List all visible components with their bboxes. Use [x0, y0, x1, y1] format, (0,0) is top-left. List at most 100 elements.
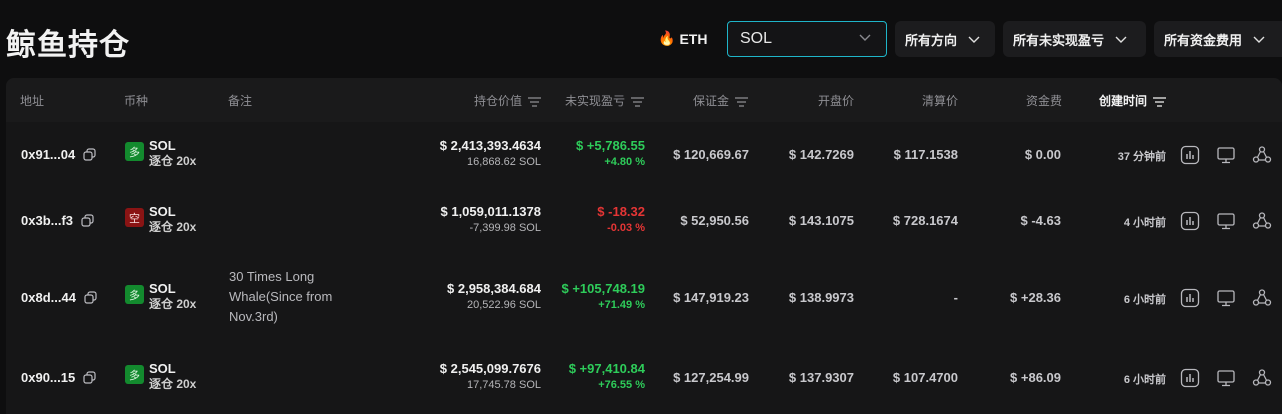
column-liq-price: 清算价	[921, 94, 958, 108]
coin-cell: 空 SOL 逐仓 20x	[125, 204, 196, 235]
coin-cell: 多 SOL 逐仓 20x	[125, 361, 196, 392]
created-time: 6 小时前	[1123, 294, 1166, 306]
coin-cell: 多 SOL 逐仓 20x	[125, 138, 196, 169]
funding-fee-filter[interactable]: 所有资金费用	[1154, 21, 1282, 57]
sort-icon[interactable]	[1153, 96, 1166, 107]
chart-icon[interactable]	[1180, 368, 1200, 388]
address-cell[interactable]: 0x90...15	[21, 370, 96, 385]
copy-icon[interactable]	[84, 291, 97, 304]
liquidation-price: $ 107.4700	[892, 370, 958, 385]
column-position-value[interactable]: 持仓价值	[426, 92, 541, 109]
column-unrealized-pnl[interactable]: 未实现盈亏	[544, 92, 644, 109]
chart-icon[interactable]	[1180, 288, 1200, 308]
eth-coin-tab[interactable]: 🔥 ETH	[658, 30, 707, 47]
sort-icon[interactable]	[631, 96, 644, 107]
coin-select-value: SOL	[740, 30, 773, 47]
sort-icon[interactable]	[528, 96, 541, 107]
row-actions	[1180, 368, 1272, 388]
position-value: $ 2,413,393.4634	[439, 138, 541, 153]
created-time: 6 小时前	[1123, 374, 1166, 386]
table-row[interactable]: 0x90...15 多 SOL 逐仓 20x $ 2,545,099.7676 …	[6, 342, 1282, 414]
wallet-address[interactable]: 0x3b...f3	[21, 213, 73, 228]
position-value: $ 1,059,011.1378	[440, 204, 542, 219]
side-badge: 多	[125, 142, 144, 161]
column-margin[interactable]: 保证金	[648, 92, 748, 109]
direction-filter-label: 所有方向	[905, 32, 958, 48]
coin-name: SOL	[149, 138, 176, 153]
wallet-address[interactable]: 0x90...15	[21, 370, 75, 385]
monitor-icon[interactable]	[1216, 211, 1236, 231]
note-text: 30 Times Long Whale(Since from Nov.3rd)	[229, 269, 333, 324]
column-note: 备注	[228, 94, 253, 108]
table-row[interactable]: 0x91...04 多 SOL 逐仓 20x $ 2,413,393.4634 …	[6, 122, 1282, 188]
share-icon[interactable]	[1252, 288, 1272, 308]
chart-icon[interactable]	[1180, 211, 1200, 231]
leverage-label: 逐仓 20x	[149, 220, 197, 234]
table-row[interactable]: 0x8d...44 多 SOL 逐仓 20x 30 Times Long Wha…	[6, 254, 1282, 342]
chevron-down-icon	[1252, 32, 1266, 46]
positions-table: 地址 币种 备注 持仓价值 未实现盈亏 保证金 开盘价 清算价 资金费 创建时间…	[6, 78, 1282, 414]
monitor-icon[interactable]	[1216, 145, 1236, 165]
fire-icon: 🔥	[658, 30, 676, 46]
monitor-icon[interactable]	[1216, 368, 1236, 388]
position-size: 20,522.96 SOL	[466, 299, 541, 311]
created-time: 4 小时前	[1123, 217, 1166, 229]
coin-select[interactable]: SOL	[727, 21, 887, 57]
position-value-cell: $ 2,958,384.684 20,522.96 SOL	[386, 281, 541, 314]
entry-price: $ 138.9973	[788, 290, 854, 305]
share-icon[interactable]	[1252, 145, 1272, 165]
column-address: 地址	[20, 94, 45, 108]
funding-fee: $ -4.63	[1020, 213, 1061, 228]
liquidation-price: $ 117.1538	[893, 147, 958, 162]
share-icon[interactable]	[1252, 368, 1272, 388]
leverage-label: 逐仓 20x	[149, 377, 197, 391]
coin-name: SOL	[149, 281, 176, 296]
top-bar: 鲸鱼持仓 🔥 ETH SOL 所有方向 所有未实现盈亏 所有资金费用	[0, 0, 1282, 78]
table-row[interactable]: 0x3b...f3 空 SOL 逐仓 20x $ 1,059,011.1378 …	[6, 188, 1282, 254]
table-header: 地址 币种 备注 持仓价值 未实现盈亏 保证金 开盘价 清算价 资金费 创建时间	[6, 78, 1282, 122]
chevron-down-icon	[1114, 32, 1128, 46]
funding-fee: $ 0.00	[1024, 147, 1061, 162]
chart-icon[interactable]	[1180, 145, 1200, 165]
side-badge: 多	[125, 365, 144, 384]
copy-icon[interactable]	[83, 148, 96, 161]
liquidation-price: $ 728.1674	[892, 213, 958, 228]
column-created[interactable]: 创建时间	[1076, 92, 1166, 109]
funding-fee-filter-label: 所有资金费用	[1164, 32, 1243, 48]
page-title: 鲸鱼持仓	[6, 28, 130, 63]
unrealized-pnl-filter-label: 所有未实现盈亏	[1013, 32, 1105, 48]
column-entry-price: 开盘价	[817, 94, 854, 108]
side-badge: 多	[125, 285, 144, 304]
copy-icon[interactable]	[83, 371, 96, 384]
position-size: 16,868.62 SOL	[466, 156, 541, 168]
column-coin: 币种	[124, 94, 149, 108]
direction-filter[interactable]: 所有方向	[895, 21, 995, 57]
position-value: $ 2,958,384.684	[447, 281, 541, 296]
sort-icon[interactable]	[735, 96, 748, 107]
coin-cell: 多 SOL 逐仓 20x	[125, 281, 196, 312]
eth-coin-tab-label: ETH	[679, 30, 708, 47]
margin-value: $ 52,950.56	[680, 213, 749, 228]
monitor-icon[interactable]	[1216, 288, 1236, 308]
copy-icon[interactable]	[81, 214, 94, 227]
row-actions	[1180, 288, 1272, 308]
address-cell[interactable]: 0x8d...44	[21, 290, 97, 305]
margin-value: $ 120,669.67	[673, 147, 749, 162]
share-icon[interactable]	[1252, 211, 1272, 231]
entry-price: $ 137.9307	[788, 370, 854, 385]
position-size: -7,399.98 SOL	[469, 222, 541, 234]
coin-name: SOL	[149, 204, 176, 219]
address-cell[interactable]: 0x3b...f3	[21, 213, 94, 228]
address-cell[interactable]: 0x91...04	[21, 147, 96, 162]
wallet-address[interactable]: 0x91...04	[21, 147, 75, 162]
row-actions	[1180, 145, 1272, 165]
position-value-cell: $ 1,059,011.1378 -7,399.98 SOL	[386, 204, 542, 237]
margin-value: $ 147,919.23	[673, 290, 749, 305]
margin-value: $ 127,254.99	[673, 370, 749, 385]
wallet-address[interactable]: 0x8d...44	[21, 290, 76, 305]
column-funding: 资金费	[1025, 94, 1062, 108]
entry-price: $ 143.1075	[788, 213, 854, 228]
unrealized-pnl-filter[interactable]: 所有未实现盈亏	[1003, 21, 1146, 57]
entry-price: $ 142.7269	[788, 147, 854, 162]
chevron-down-icon	[858, 30, 872, 44]
